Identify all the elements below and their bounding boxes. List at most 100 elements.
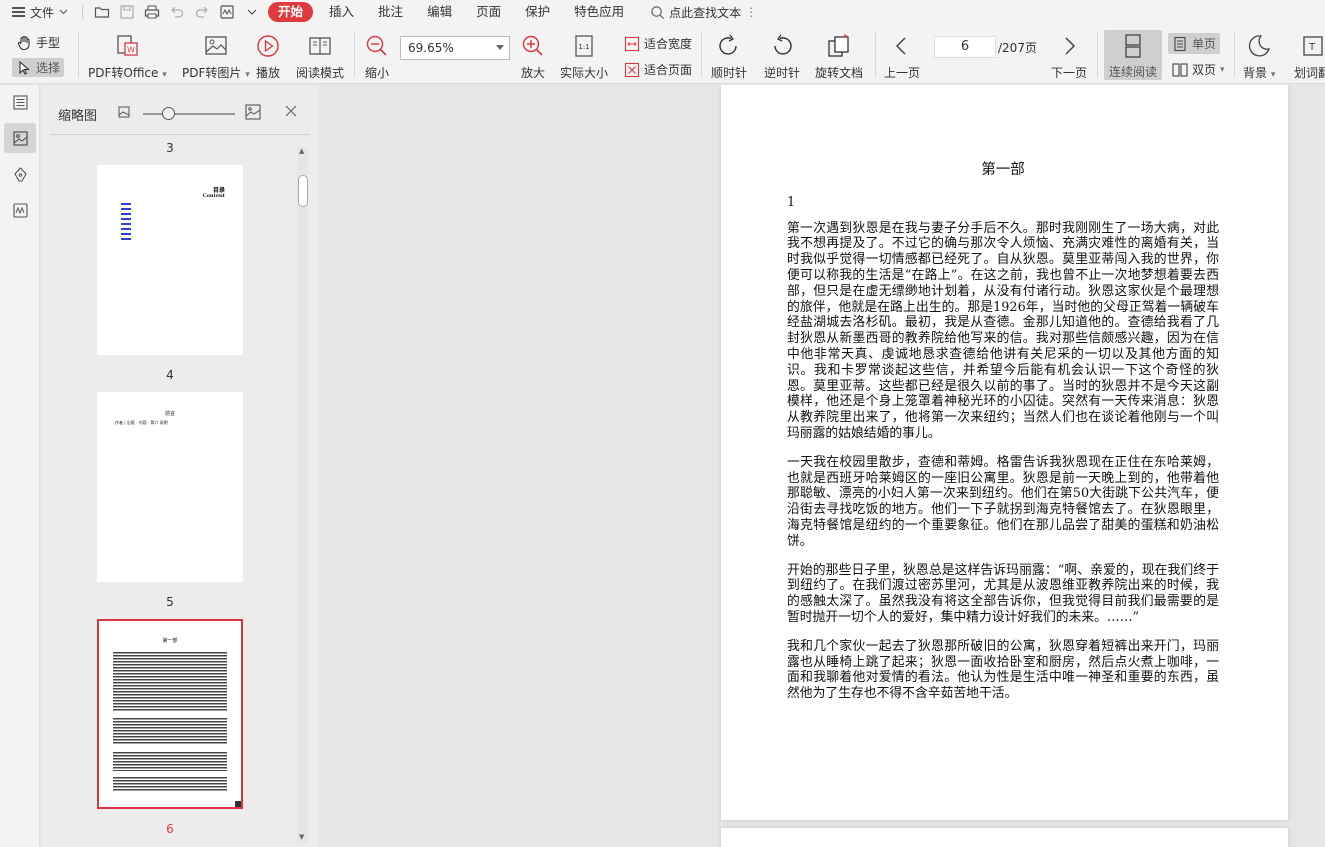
slider-knob[interactable] [162,107,175,120]
chevron-right-icon [1065,37,1076,55]
pdf-to-image-button[interactable]: PDF转图片 ▾ [182,32,250,81]
rotate-counterclockwise-button[interactable]: 逆时针 [764,32,800,81]
previous-page-label: 上一页 [884,66,921,80]
rotate-clockwise-button[interactable]: 顺时针 [711,32,747,81]
actual-size-label: 实际大小 [560,66,609,80]
thumbnail-size-slider[interactable] [143,107,235,120]
scroll-down-icon[interactable]: ▼ [299,833,304,841]
next-page-button[interactable]: 下一页 [1051,32,1087,81]
thumbnail-page-number: 3 [166,141,174,155]
double-page-label: 双页 [1192,63,1217,77]
thumbnail-text-block [113,717,227,745]
current-page-input[interactable]: 6 [934,36,996,58]
single-page-label: 单页 [1192,37,1217,51]
double-page-icon [1172,62,1188,77]
pdf-to-image-label: PDF转图片 [182,66,242,80]
scrollbar-thumb[interactable] [298,175,308,207]
bookmarks-panel-button[interactable] [4,87,36,117]
previous-page-button[interactable]: 上一页 [884,32,920,81]
page-content: 第一部 1 第一次遇到狄恩是在我与妻子分手后不久。那时我刚刚生了一场大病，对此我… [787,162,1219,715]
background-button[interactable]: 背景 ▾ [1243,32,1275,81]
thumbnail-page-selected[interactable]: 第一部 [97,619,243,809]
document-view[interactable]: 第一部 1 第一次遇到狄恩是在我与妻子分手后不久。那时我刚刚生了一场大病，对此我… [319,85,1325,847]
divider [1097,32,1098,78]
close-icon[interactable] [284,104,298,118]
actual-size-icon: 1:1 [575,35,593,57]
double-page-button[interactable]: 双页 ▾ [1172,61,1225,78]
continuous-read-label: 连续阅读 [1108,65,1157,79]
play-button[interactable]: 播放 [255,32,281,81]
word-translate-button[interactable]: T 划词翻 [1294,32,1325,81]
thumbnail-panel-title: 缩略图 [58,109,98,124]
read-mode-label: 阅读模式 [296,66,345,80]
svg-text:1:1: 1:1 [578,43,589,51]
thumbnail-preface-line: 作者 | 出版 · 内容 · 简介 说明 [115,420,168,425]
select-tool-button[interactable]: 选择 [12,58,65,77]
single-page-icon [1174,36,1186,51]
hand-tool-label: 手型 [36,36,61,50]
list-icon [12,94,28,110]
rotate-clockwise-label: 顺时针 [711,66,748,80]
thumbnails-panel-button[interactable] [4,123,36,153]
thumbnail-scrollbar[interactable] [297,147,308,845]
tab-protect[interactable]: 保护 [513,2,562,22]
rotate-clockwise-icon [719,34,737,55]
thumbnail-text-block [113,751,227,771]
tab-annotate[interactable]: 批注 [366,2,415,22]
find-text-button[interactable]: 点此查找文本 ⋮ [650,4,757,21]
continuous-read-button[interactable]: 连续阅读 [1104,30,1162,80]
play-icon [257,35,279,57]
undo-icon[interactable] [164,1,189,23]
zoom-in-button[interactable]: 放大 [520,32,546,81]
annotations-panel-button[interactable] [4,159,36,189]
thumbnail-part-title: 第一部 [162,638,178,644]
redo-icon[interactable] [189,1,214,23]
cursor-arrow-icon [19,60,30,75]
dropdown-caret-icon [496,45,504,50]
actual-size-button[interactable]: 1:1 实际大小 [560,32,608,81]
pen-nib-icon [13,166,27,182]
thumbnail-toc-subtitle: Content [202,193,225,199]
tab-page[interactable]: 页面 [464,2,513,22]
print-icon[interactable] [139,1,164,23]
thumbnail-page[interactable]: 目录 Content [97,165,243,355]
tab-features[interactable]: 特色应用 [562,2,636,22]
paragraph: 开始的那些日子里，狄恩总是这样告诉玛丽露：“啊、亲爱的，现在我们终于到纽约了。在… [787,562,1219,625]
save-icon[interactable] [114,1,139,23]
zoom-out-button[interactable]: 缩小 [364,32,390,81]
thumbnail-page[interactable]: 前言 作者 | 出版 · 内容 · 简介 说明 [97,392,243,582]
chevron-left-icon [895,37,906,55]
zoom-level-select[interactable]: 69.65% [400,36,510,60]
open-folder-icon[interactable] [89,1,114,23]
tab-start[interactable]: 开始 [268,2,314,22]
signature-panel-button[interactable] [4,195,36,225]
zoom-out-icon [366,35,387,56]
hand-tool-button[interactable]: 手型 [16,34,60,51]
hand-icon [17,35,30,50]
scroll-up-icon[interactable]: ▲ [299,147,304,155]
selection-handle [235,801,241,807]
read-mode-button[interactable]: 阅读模式 [296,32,344,81]
dropdown-caret-icon: ▾ [1220,64,1225,75]
fit-width-button[interactable]: 适合宽度 [624,35,692,52]
rotate-document-button[interactable]: 旋转文档 [815,32,863,81]
single-page-button[interactable]: 单页 [1168,33,1221,54]
menu-bar: 文件 开始 插入 批注 编辑 页面 保护 特色应用 点此查找文本 ⋮ [0,0,1325,24]
small-image-icon[interactable] [118,106,130,118]
pdf-to-office-icon: W [117,35,139,56]
tab-insert[interactable]: 插入 [317,2,366,22]
large-image-icon[interactable] [245,104,261,120]
thumbnail-page-number: 5 [166,595,174,609]
menu-icon [12,7,25,17]
rotate-counterclockwise-label: 逆时针 [764,66,801,80]
tab-edit[interactable]: 编辑 [415,2,464,22]
pdf-sign-icon[interactable] [214,1,239,23]
zoom-in-icon [522,35,543,56]
more-vertical-icon[interactable]: ⋮ [745,5,757,19]
fit-page-button[interactable]: 适合页面 [624,61,692,78]
pdf-to-office-button[interactable]: W PDF转Office ▾ [88,32,167,81]
more-chevron-icon[interactable] [239,1,264,23]
file-menu[interactable]: 文件 [0,4,76,21]
moon-icon [1249,35,1271,57]
image-icon [205,36,227,55]
